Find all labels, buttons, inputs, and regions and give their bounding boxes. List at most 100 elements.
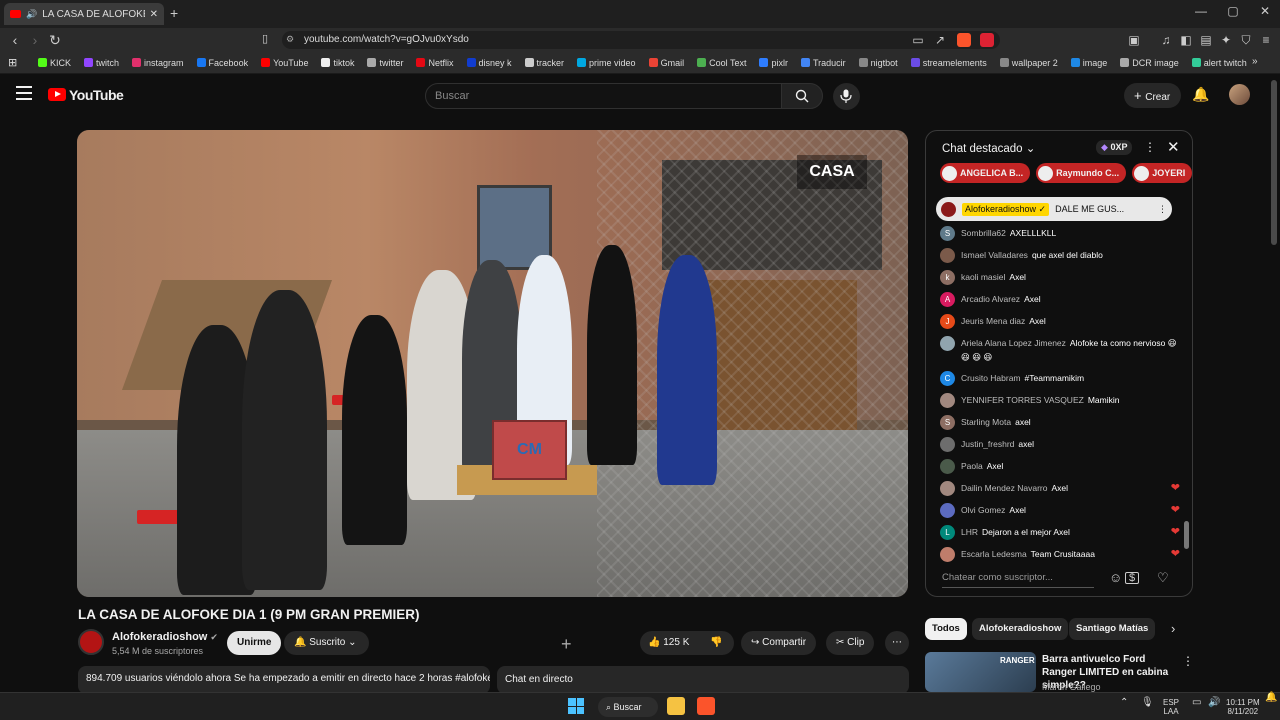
- language-indicator[interactable]: ESP LAA: [1163, 698, 1179, 716]
- bookmark-nigtbot[interactable]: nigtbot: [858, 58, 898, 68]
- video-player[interactable]: CASA CM: [77, 130, 908, 597]
- donor-chip[interactable]: ANGELICA B...: [940, 163, 1031, 183]
- chat-author[interactable]: Starling Mota: [961, 417, 1011, 427]
- chat-author[interactable]: LHR: [961, 527, 978, 537]
- donor-chip[interactable]: JOYERI: [1132, 163, 1192, 183]
- tray-overflow-icon[interactable]: ⌃: [1120, 698, 1128, 708]
- speaker-icon[interactable]: 🔊: [26, 9, 37, 20]
- bookmark-instagram[interactable]: instagram: [132, 58, 184, 68]
- chat-avatar[interactable]: L: [940, 525, 955, 540]
- share-page-icon[interactable]: ↗: [932, 33, 948, 47]
- page-scrollbar[interactable]: [1271, 80, 1277, 245]
- chat-avatar[interactable]: [940, 459, 955, 474]
- dislike-button[interactable]: 👎: [710, 631, 722, 655]
- description-box[interactable]: 894.709 usuarios viéndolo ahora Se ha em…: [78, 666, 490, 694]
- add-icon[interactable]: +: [561, 634, 572, 655]
- chat-message[interactable]: Escarla Ledesma Team Crusitaaaa ❤: [940, 547, 1180, 562]
- create-button[interactable]: + Crear: [1124, 83, 1181, 108]
- chat-message[interactable]: Olvi Gomez Axel ❤: [940, 503, 1180, 518]
- clock[interactable]: 10:11 PM 8/11/202: [1226, 698, 1260, 716]
- leo-ai-icon[interactable]: ✦: [1218, 33, 1234, 47]
- chat-author[interactable]: Escarla Ledesma: [961, 549, 1027, 559]
- voice-search-button[interactable]: [833, 83, 860, 110]
- bookmark-netflix[interactable]: Netflix: [416, 58, 454, 68]
- brave-browser-icon[interactable]: [697, 697, 715, 715]
- apps-grid-icon[interactable]: ⊞: [8, 56, 17, 69]
- volume-icon[interactable]: 🔊: [1208, 698, 1220, 708]
- bookmark-icon[interactable]: ▯: [256, 32, 274, 45]
- chat-message[interactable]: J Jeuris Mena diaz Axel: [940, 314, 1180, 329]
- bookmark-tracker[interactable]: tracker: [524, 58, 564, 68]
- new-tab-button[interactable]: +: [170, 5, 178, 21]
- bookmark-tiktok[interactable]: tiktok: [321, 58, 354, 68]
- bookmark-youtube[interactable]: YouTube: [261, 58, 308, 68]
- heart-reaction-icon[interactable]: ♡: [1157, 570, 1169, 586]
- like-button[interactable]: 👍 125 K: [648, 631, 689, 655]
- screenshot-icon[interactable]: ▣: [1126, 33, 1142, 47]
- chat-message[interactable]: Paola Axel: [940, 459, 1180, 474]
- chat-message[interactable]: Ismael Valladares que axel del diablo: [940, 248, 1180, 263]
- bookmark-facebook[interactable]: Facebook: [196, 58, 248, 68]
- chat-more-icon[interactable]: ⋮: [1144, 140, 1156, 154]
- url-field[interactable]: youtube.com/watch?v=gOJvu0xYsdo: [282, 31, 1000, 49]
- forward-icon[interactable]: ›: [26, 32, 44, 48]
- chat-scrollbar[interactable]: [1184, 521, 1189, 549]
- live-chat-toggle[interactable]: Chat en directo: [497, 666, 909, 694]
- brave-rewards-icon[interactable]: [980, 33, 994, 47]
- media-icon[interactable]: ♫: [1158, 33, 1174, 47]
- close-chat-icon[interactable]: ✕: [1167, 138, 1180, 156]
- chat-author[interactable]: Justin_freshrd: [961, 439, 1014, 449]
- bookmark-gmail[interactable]: Gmail: [648, 58, 684, 68]
- chat-message[interactable]: YENNIFER TORRES VASQUEZ Mamikin: [940, 393, 1180, 408]
- menu-hamburger-icon[interactable]: [16, 86, 32, 100]
- chevron-right-icon[interactable]: ›: [1171, 621, 1175, 636]
- back-icon[interactable]: ‹: [6, 32, 24, 48]
- brave-shield-icon[interactable]: [957, 33, 971, 47]
- chat-avatar[interactable]: J: [940, 314, 955, 329]
- chat-mode-dropdown[interactable]: Chat destacado ⌄: [942, 141, 1035, 155]
- bookmark-image[interactable]: image: [1070, 58, 1107, 68]
- youtube-logo-text[interactable]: YouTube: [69, 87, 124, 103]
- join-button[interactable]: Unirme: [227, 631, 282, 655]
- wallet-icon[interactable]: ▤: [1198, 33, 1214, 47]
- menu-icon[interactable]: ≡: [1258, 33, 1274, 47]
- taskbar-search[interactable]: ⌕ Buscar: [598, 697, 658, 717]
- bookmark-disney[interactable]: disney k: [466, 58, 512, 68]
- filter-chip-channel[interactable]: Alofokeradioshow: [972, 618, 1069, 640]
- site-info-icon[interactable]: ⚙: [286, 34, 294, 45]
- chat-message[interactable]: Dailin Mendez Navarro Axel ❤: [940, 481, 1180, 496]
- chat-author[interactable]: Ismael Valladares: [961, 250, 1028, 260]
- xp-badge[interactable]: ◆ 0XP: [1096, 140, 1133, 155]
- chat-avatar[interactable]: [940, 481, 955, 496]
- file-explorer-icon[interactable]: [667, 697, 685, 715]
- subscribed-button[interactable]: 🔔 Suscrito ⌄: [284, 631, 369, 655]
- chat-avatar[interactable]: [940, 437, 955, 452]
- suggestion-more-icon[interactable]: ⋮: [1182, 654, 1194, 668]
- chat-avatar[interactable]: [940, 547, 955, 562]
- network-icon[interactable]: ▭: [1192, 698, 1201, 708]
- chat-message[interactable]: L LHR Dejaron a el mejor Axel ❤: [940, 525, 1180, 540]
- bookmark-streamelements[interactable]: streamelements: [910, 58, 987, 68]
- more-actions-button[interactable]: ⋯: [885, 631, 909, 655]
- chat-avatar[interactable]: [940, 336, 955, 351]
- chat-message[interactable]: A Arcadio Alvarez Axel: [940, 292, 1180, 307]
- cast-icon[interactable]: ▭: [910, 33, 926, 47]
- donor-chip[interactable]: Raymundo C...: [1036, 163, 1127, 183]
- chat-author[interactable]: Dailin Mendez Navarro: [961, 483, 1047, 493]
- notification-icon[interactable]: 🔔: [1265, 693, 1277, 703]
- microphone-tray-icon[interactable]: 🎙: [1141, 698, 1154, 708]
- search-input[interactable]: Buscar: [425, 83, 782, 109]
- emoji-icon[interactable]: ☺: [1109, 570, 1122, 585]
- bookmark-kick[interactable]: KICK: [38, 58, 71, 68]
- suggestion-thumbnail[interactable]: RANGER: [925, 652, 1036, 692]
- chat-avatar[interactable]: S: [940, 415, 955, 430]
- notifications-bell-icon[interactable]: 🔔: [1192, 86, 1209, 103]
- channel-name[interactable]: Alofokeradioshow ✔: [112, 631, 218, 643]
- chat-avatar[interactable]: C: [940, 371, 955, 386]
- reload-icon[interactable]: ↻: [46, 32, 64, 49]
- maximize-button[interactable]: ▢: [1218, 4, 1248, 18]
- chat-author[interactable]: Olvi Gomez: [961, 505, 1005, 515]
- chat-avatar[interactable]: [940, 393, 955, 408]
- chat-message[interactable]: C Crusito Habram #Teammamikim: [940, 371, 1180, 386]
- bookmark-pixlr[interactable]: pixlr: [759, 58, 788, 68]
